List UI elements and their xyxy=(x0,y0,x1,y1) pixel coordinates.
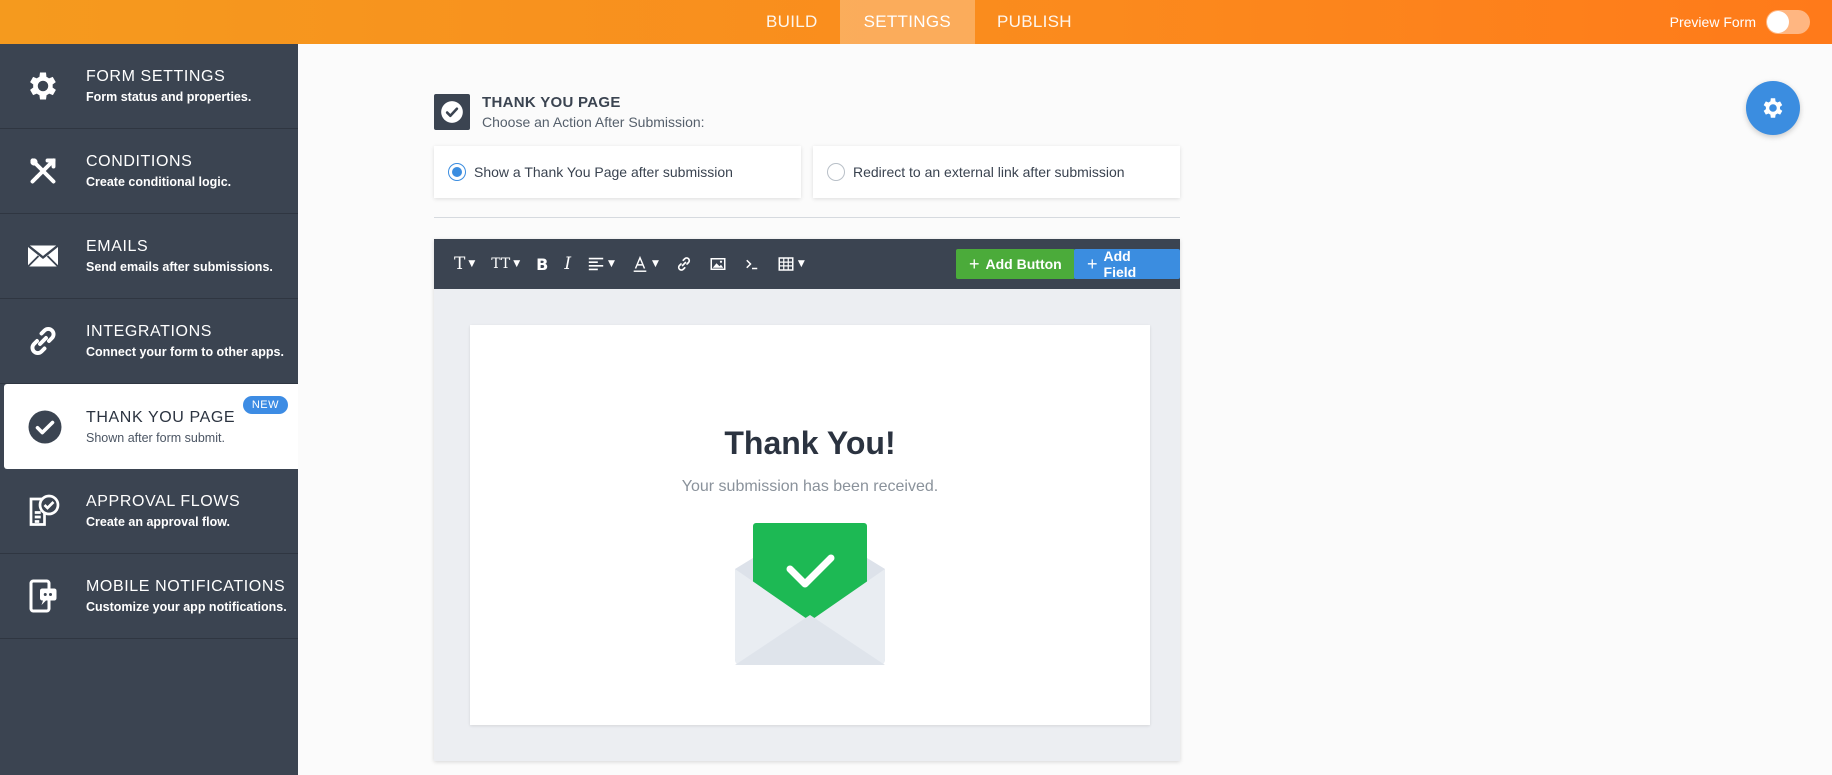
font-size-icon: TT xyxy=(491,256,511,272)
terminal-icon xyxy=(746,259,758,270)
sidebar-item-form-settings[interactable]: FORM SETTINGS Form status and properties… xyxy=(0,44,298,129)
gear-icon xyxy=(1763,98,1783,118)
italic-icon: I xyxy=(564,254,572,274)
sidebar-item-subtitle: Connect your form to other apps. xyxy=(86,345,284,359)
insert-table-dropdown[interactable]: ▼ xyxy=(769,239,813,289)
envelope-icon xyxy=(0,238,86,274)
sidebar-item-mobile-notifications[interactable]: MOBILE NOTIFICATIONS Customize your app … xyxy=(0,554,298,639)
toggle-switch[interactable] xyxy=(1766,10,1810,34)
align-left-icon xyxy=(588,257,604,271)
option-show-thank-you-page[interactable]: Show a Thank You Page after submission xyxy=(434,146,801,198)
preview-form-label: Preview Form xyxy=(1669,14,1756,30)
align-dropdown[interactable]: ▼ xyxy=(579,239,623,289)
settings-gear-button[interactable] xyxy=(1746,81,1800,135)
tab-settings[interactable]: SETTINGS xyxy=(839,0,975,44)
font-size-dropdown[interactable]: TT ▼ xyxy=(483,239,528,289)
option-label: Show a Thank You Page after submission xyxy=(474,164,733,180)
sidebar-item-subtitle: Customize your app notifications. xyxy=(86,600,287,614)
checkmark-circle-icon xyxy=(4,409,86,445)
mobile-notification-icon xyxy=(0,578,86,614)
sidebar-item-title: MOBILE NOTIFICATIONS xyxy=(86,578,286,595)
bold-button[interactable]: B xyxy=(528,239,556,289)
page-title: THANK YOU PAGE xyxy=(482,94,621,111)
text-color-icon xyxy=(633,255,647,272)
plus-icon: + xyxy=(1087,253,1098,274)
add-field-button[interactable]: + Add Field xyxy=(1074,248,1180,280)
sidebar-item-title: INTEGRATIONS xyxy=(86,323,213,340)
plus-icon: + xyxy=(969,253,980,274)
sidebar-item-title: EMAILS xyxy=(86,238,149,255)
divider xyxy=(434,217,1180,218)
bold-icon: B xyxy=(536,254,549,274)
sidebar-item-title: APPROVAL FLOWS xyxy=(86,493,241,510)
preview-form-toggle[interactable]: Preview Form xyxy=(1670,0,1810,44)
thank-you-editor: T ▼ TT ▼ B I ▼ ▼ ▼ + Add Button + Add Fi… xyxy=(434,239,1180,761)
page-subtitle: Choose an Action After Submission: xyxy=(482,114,705,130)
sidebar-item-subtitle: Form status and properties. xyxy=(86,90,252,104)
tab-build[interactable]: BUILD xyxy=(744,0,840,44)
envelope-check-icon xyxy=(735,523,885,665)
add-field-label: Add Field xyxy=(1103,248,1137,280)
option-redirect-external-link[interactable]: Redirect to an external link after submi… xyxy=(813,146,1180,198)
link-icon xyxy=(0,323,86,359)
main-content: THANK YOU PAGE Choose an Action After Su… xyxy=(298,44,1832,775)
new-badge: NEW xyxy=(242,396,288,414)
sidebar-item-conditions[interactable]: CONDITIONS Create conditional logic. xyxy=(0,129,298,214)
sidebar-item-title: FORM SETTINGS xyxy=(86,68,226,85)
insert-image-button[interactable] xyxy=(701,239,735,289)
top-nav: BUILD SETTINGS PUBLISH xyxy=(744,0,1094,44)
top-bar: BUILD SETTINGS PUBLISH Preview Form xyxy=(0,0,1832,44)
gear-icon xyxy=(0,68,86,104)
thank-you-preview-canvas[interactable]: Thank You! Your submission has been rece… xyxy=(470,325,1150,725)
font-family-dropdown[interactable]: T ▼ xyxy=(446,239,483,289)
sidebar-item-subtitle: Shown after form submit. xyxy=(86,430,225,445)
sidebar-item-title: CONDITIONS xyxy=(86,153,193,170)
image-icon xyxy=(710,258,726,270)
sidebar-item-subtitle: Create conditional logic. xyxy=(86,175,232,189)
toggle-knob xyxy=(1767,11,1789,33)
add-button-button[interactable]: + Add Button xyxy=(956,249,1075,279)
link-icon xyxy=(677,257,690,271)
tab-publish[interactable]: PUBLISH xyxy=(975,0,1094,44)
sidebar-item-subtitle: Send emails after submissions. xyxy=(86,260,273,274)
sidebar-item-subtitle: Create an approval flow. xyxy=(86,515,231,529)
approval-icon xyxy=(0,493,86,529)
font-icon: T xyxy=(454,254,466,274)
insert-code-button[interactable] xyxy=(735,239,769,289)
add-button-label: Add Button xyxy=(985,256,1062,272)
italic-button[interactable]: I xyxy=(556,239,579,289)
editor-toolbar: T ▼ TT ▼ B I ▼ ▼ ▼ + Add Button + Add Fi… xyxy=(434,239,1180,289)
page-header: THANK YOU PAGE Choose an Action After Su… xyxy=(434,94,705,130)
submission-action-options: Show a Thank You Page after submission R… xyxy=(434,146,1180,198)
option-label: Redirect to an external link after submi… xyxy=(853,164,1125,180)
table-icon xyxy=(778,257,794,271)
insert-link-button[interactable] xyxy=(667,239,701,289)
sidebar-item-title: THANK YOU PAGE xyxy=(86,408,236,426)
sidebar: FORM SETTINGS Form status and properties… xyxy=(0,44,298,775)
thank-you-message[interactable]: Your submission has been received. xyxy=(470,478,1150,496)
sidebar-item-emails[interactable]: EMAILS Send emails after submissions. xyxy=(0,214,298,299)
radio-unselected[interactable] xyxy=(827,163,845,181)
sidebar-item-integrations[interactable]: INTEGRATIONS Connect your form to other … xyxy=(0,299,298,384)
radio-selected[interactable] xyxy=(448,163,466,181)
text-color-dropdown[interactable]: ▼ xyxy=(623,239,667,289)
thank-you-title[interactable]: Thank You! xyxy=(470,425,1150,462)
sidebar-item-thank-you-page[interactable]: THANK YOU PAGE Shown after form submit. … xyxy=(4,384,298,469)
sidebar-item-approval-flows[interactable]: APPROVAL FLOWS Create an approval flow. xyxy=(0,469,298,554)
checkmark-icon xyxy=(434,94,470,130)
conditions-icon xyxy=(0,153,86,189)
